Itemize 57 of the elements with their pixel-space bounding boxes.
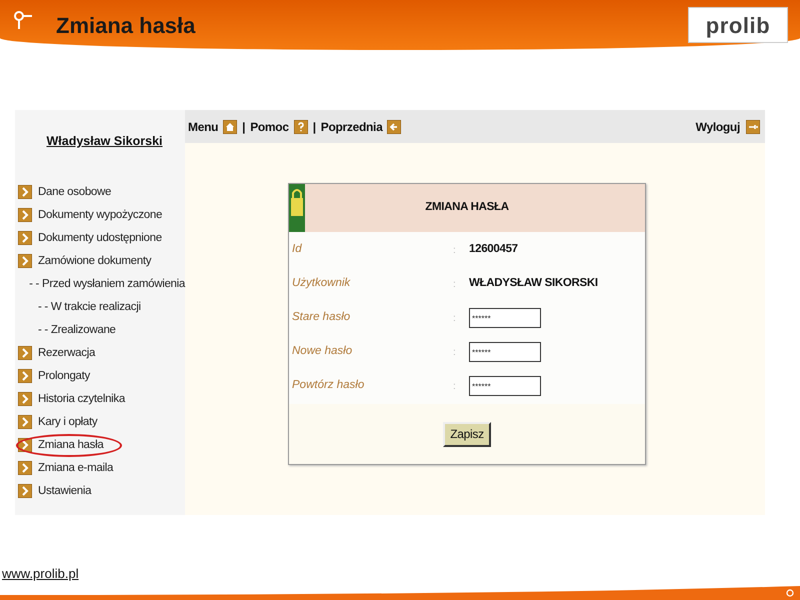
- password-field[interactable]: ******: [469, 342, 541, 362]
- sidebar-item[interactable]: Historia czytelnika: [38, 390, 125, 408]
- arrow-icon: [18, 415, 32, 430]
- separator-text: :: [453, 312, 457, 326]
- save-button[interactable]: Zapisz: [443, 422, 491, 446]
- sidebar-item[interactable]: Rezerwacja: [38, 344, 96, 362]
- sidebar-item[interactable]: - - Zrealizowane: [38, 322, 116, 339]
- footer-link[interactable]: www.prolib.pl: [2, 566, 79, 582]
- field-label: Id: [291, 242, 303, 258]
- key-icon[interactable]: [746, 120, 760, 134]
- form-title: ZMIANA HASŁA: [425, 200, 509, 216]
- password-field[interactable]: ******: [469, 376, 541, 396]
- circle-icon: [786, 589, 794, 597]
- slide-title: Zmiana hasła: [56, 12, 196, 40]
- arrow-icon: [18, 254, 32, 268]
- arrow-icon: [18, 461, 32, 476]
- sidebar-item[interactable]: Zmiana e-maila: [38, 460, 114, 477]
- separator-text: :: [453, 278, 457, 292]
- field-value: WŁADYSŁAW SIKORSKI: [469, 276, 598, 292]
- separator-text: :: [453, 244, 457, 258]
- field-label: Użytkownik: [291, 276, 352, 292]
- sidebar-item[interactable]: - - Przed wysłaniem zamówienia: [29, 276, 185, 293]
- sidebar-item[interactable]: Dokumenty wypożyczone: [38, 206, 162, 224]
- arrow-icon: [18, 484, 32, 498]
- back-arrow-icon[interactable]: [387, 120, 402, 134]
- toolbar-link[interactable]: Pomoc: [250, 118, 289, 136]
- sidebar-item[interactable]: Zamówione dokumenty: [38, 252, 152, 270]
- sidebar-item[interactable]: Dokumenty udostępnione: [38, 230, 162, 247]
- separator-text: :: [453, 346, 457, 360]
- field-value: 12600457: [469, 242, 518, 258]
- logout-link[interactable]: Wyloguj: [696, 118, 740, 136]
- arrow-icon: [18, 369, 32, 384]
- separator-text: |: [312, 118, 316, 136]
- separator-text: |: [242, 118, 246, 136]
- sidebar-item[interactable]: - - W trakcie realizacji: [38, 298, 141, 316]
- sidebar-item[interactable]: Kary i opłaty: [38, 414, 98, 431]
- toolbar-link[interactable]: Menu: [188, 118, 218, 136]
- home-icon[interactable]: [223, 120, 238, 134]
- sidebar-item[interactable]: Ustawienia: [38, 482, 92, 500]
- help-icon[interactable]: [294, 120, 308, 134]
- field-label: Powtórz hasło: [291, 378, 366, 394]
- padlock-icon: [289, 184, 305, 232]
- sidebar-item[interactable]: Dane osobowe: [38, 184, 112, 201]
- sidebar-item[interactable]: Zmiana hasła: [38, 436, 104, 454]
- toolbar-link[interactable]: Poprzednia: [320, 118, 382, 136]
- field-label: Nowe hasło: [291, 344, 354, 360]
- arrow-icon: [18, 392, 32, 406]
- logo: prolib: [688, 7, 788, 43]
- arrow-icon: [18, 185, 32, 200]
- arrow-icon: [18, 231, 32, 246]
- user-name[interactable]: Władysław Sikorski: [46, 132, 163, 151]
- arrow-icon: [18, 346, 32, 360]
- arrow-icon: [18, 208, 32, 222]
- sidebar-item[interactable]: Prolongaty: [38, 368, 90, 385]
- password-field[interactable]: ******: [469, 308, 541, 328]
- field-label: Stare hasło: [291, 310, 352, 326]
- separator-text: :: [453, 380, 457, 394]
